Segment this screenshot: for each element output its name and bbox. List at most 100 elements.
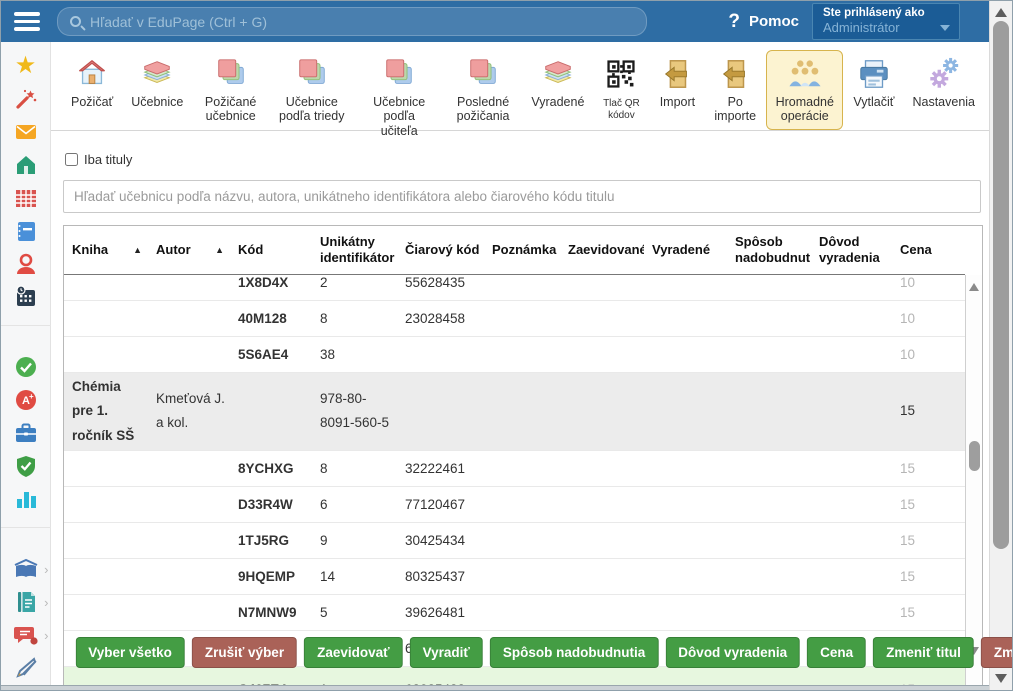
- topbar: ? Pomoc Ste prihlásený ako Administrátor: [1, 1, 989, 42]
- door-arrow-left-icon: [718, 57, 752, 91]
- table-scrollbar-thumb[interactable]: [969, 441, 980, 471]
- global-search[interactable]: [57, 7, 647, 36]
- sidebar-item-library[interactable]: ›: [13, 557, 39, 581]
- chevron-down-icon: [940, 25, 950, 31]
- column-header-zaevidovane[interactable]: Zaevidované: [560, 242, 644, 258]
- sidebar: ★ A+: [1, 42, 51, 685]
- page-scrollbar[interactable]: [989, 1, 1012, 690]
- toolbar-item-vytlacit[interactable]: Vytlačiť: [845, 50, 902, 115]
- toolbar-item-po-importe[interactable]: Po importe: [706, 50, 764, 130]
- toolbar-item-label: Vyradené: [531, 95, 584, 109]
- table-row-selected[interactable]: C407E4 1 63025483 15: [64, 667, 965, 685]
- card-stack-icon: [214, 57, 248, 91]
- delete-button[interactable]: Zmazať: [981, 637, 1013, 668]
- check-circle-icon: [14, 355, 38, 379]
- table-row[interactable]: 1TJ5RG 9 30425434 15: [64, 523, 965, 559]
- account-label: Ste prihlásený ako: [823, 7, 937, 19]
- sidebar-item-agenda[interactable]: [13, 421, 39, 445]
- help-button[interactable]: ? Pomoc: [728, 1, 799, 42]
- column-header-unikatny-identifikator[interactable]: Unikátny identifikátor: [312, 234, 397, 265]
- book-search-input[interactable]: [63, 180, 981, 213]
- sidebar-item-classbook[interactable]: [13, 219, 39, 243]
- column-header-cena[interactable]: Cena: [892, 242, 958, 258]
- sidebar-divider: [1, 325, 51, 326]
- table-row[interactable]: 9HQEMP 14 80325437 15: [64, 559, 965, 595]
- table-row[interactable]: 1X8D4X 2 55628435 10: [64, 275, 965, 301]
- toolbar-item-hromadne-operacie[interactable]: Hromadné operácie: [766, 50, 843, 130]
- column-header-dovod-vyradenia[interactable]: Dôvod vyradenia: [811, 234, 892, 265]
- column-header-vyradene[interactable]: Vyradené: [644, 242, 727, 258]
- column-header-kniha[interactable]: Kniha▲: [64, 242, 148, 258]
- sidebar-item-documents[interactable]: ›: [13, 590, 39, 614]
- table-row[interactable]: 40M128 8 23028458 10: [64, 301, 965, 337]
- cell-autor: Kmeťová J. a kol.: [148, 385, 230, 438]
- account-dropdown[interactable]: Ste prihlásený ako Administrátor: [812, 3, 960, 40]
- toolbar-item-ucebnice-podla-triedy[interactable]: Učebnice podľa triedy: [270, 50, 354, 130]
- cancel-selection-button[interactable]: Zrušiť výber: [192, 637, 297, 668]
- toolbar-item-tlac-qr-kodov[interactable]: Tlač QR kódov: [594, 50, 648, 127]
- change-title-button[interactable]: Zmeniť titul: [873, 637, 974, 668]
- sidebar-item-control[interactable]: [13, 454, 39, 478]
- books-table: Kniha▲ Autor▲ Kód Unikátny identifikátor…: [63, 225, 983, 685]
- toolbar-item-pozicat[interactable]: Požičať: [63, 50, 121, 115]
- global-search-input[interactable]: [90, 14, 634, 30]
- toolbar-item-ucebnice-podla-ucitela[interactable]: Učebnice podľa učiteľa: [356, 50, 443, 144]
- select-all-button[interactable]: Vyber všetko: [75, 637, 185, 668]
- toolbar-item-pozicane-ucebnice[interactable]: Požičané učebnice: [193, 50, 268, 130]
- cell-unikatny-identifikator: 5: [312, 603, 397, 622]
- layer-stack-icon: [139, 57, 175, 91]
- toolbar-item-label: Požičané učebnice: [201, 95, 260, 124]
- sidebar-item-wizard[interactable]: [13, 87, 39, 111]
- toolbar-item-posledne-pozicania[interactable]: Posledné požičania: [445, 50, 522, 130]
- layer-stack-icon: [540, 57, 576, 91]
- sidebar-item-sign[interactable]: [13, 656, 39, 680]
- price-button[interactable]: Cena: [807, 637, 866, 668]
- sidebar-divider: [1, 527, 51, 528]
- printer-icon: [857, 57, 891, 91]
- table-row[interactable]: 8YCHXG 8 32222461 15: [64, 451, 965, 487]
- toolbar-item-label: Nastavenia: [912, 95, 975, 109]
- hamburger-menu-icon[interactable]: [14, 12, 40, 31]
- sidebar-item-grades[interactable]: A+: [13, 388, 39, 412]
- module-toolbar: Požičať Učebnice Požičané učebnice Učebn…: [51, 42, 989, 131]
- table-row[interactable]: 5S6AE4 38 10: [64, 337, 965, 373]
- column-header-sposob-nadobudnutia[interactable]: Spôsob nadobudnutia: [727, 234, 811, 265]
- sidebar-item-home[interactable]: [13, 153, 39, 177]
- column-header-autor[interactable]: Autor▲: [148, 242, 230, 258]
- cell-cena: 10: [892, 345, 958, 364]
- toolbar-item-vyradene[interactable]: Vyradené: [523, 50, 592, 115]
- table-row-title[interactable]: Chémia pre 1. ročník SŠ Kmeťová J. a kol…: [64, 373, 965, 451]
- only-titles-checkbox[interactable]: [65, 153, 78, 166]
- sidebar-item-results[interactable]: [13, 487, 39, 511]
- column-header-poznamka[interactable]: Poznámka: [484, 242, 560, 258]
- sidebar-item-communication[interactable]: ›: [13, 623, 39, 647]
- table-row[interactable]: D33R4W 6 77120467 15: [64, 487, 965, 523]
- column-header-ciarovy-kod[interactable]: Čiarový kód: [397, 242, 484, 258]
- column-header-kod[interactable]: Kód: [230, 242, 312, 258]
- acquisition-method-button[interactable]: Spôsob nadobudnutia: [490, 637, 658, 668]
- calendar-clock-icon: [14, 285, 38, 309]
- discard-button[interactable]: Vyradiť: [410, 637, 483, 668]
- help-label: Pomoc: [749, 13, 799, 30]
- toolbar-item-nastavenia[interactable]: Nastavenia: [904, 50, 983, 115]
- people-icon: [787, 57, 823, 91]
- sidebar-item-messages[interactable]: [13, 120, 39, 144]
- notebook-icon: [14, 219, 38, 243]
- discard-reason-button[interactable]: Dôvod vyradenia: [665, 637, 800, 668]
- sidebar-item-students[interactable]: [13, 252, 39, 276]
- table-scrollbar[interactable]: [965, 275, 982, 685]
- cell-kod: 40M128: [230, 309, 312, 328]
- register-button[interactable]: Zaevidovať: [304, 637, 403, 668]
- sidebar-item-attendance[interactable]: [13, 355, 39, 379]
- table-row[interactable]: N7MNW9 5 39626481 15: [64, 595, 965, 631]
- toolbar-item-import[interactable]: Import: [650, 50, 704, 115]
- sidebar-item-timetable[interactable]: [13, 186, 39, 210]
- scroll-up-icon[interactable]: [969, 283, 979, 291]
- sidebar-item-star[interactable]: ★: [13, 54, 39, 78]
- scroll-down-icon[interactable]: [995, 674, 1007, 683]
- sidebar-item-calendar[interactable]: [13, 285, 39, 309]
- page-scrollbar-thumb[interactable]: [993, 21, 1009, 549]
- scroll-up-icon[interactable]: [995, 8, 1007, 17]
- toolbar-item-ucebnice[interactable]: Učebnice: [123, 50, 191, 115]
- briefcase-icon: [14, 421, 38, 445]
